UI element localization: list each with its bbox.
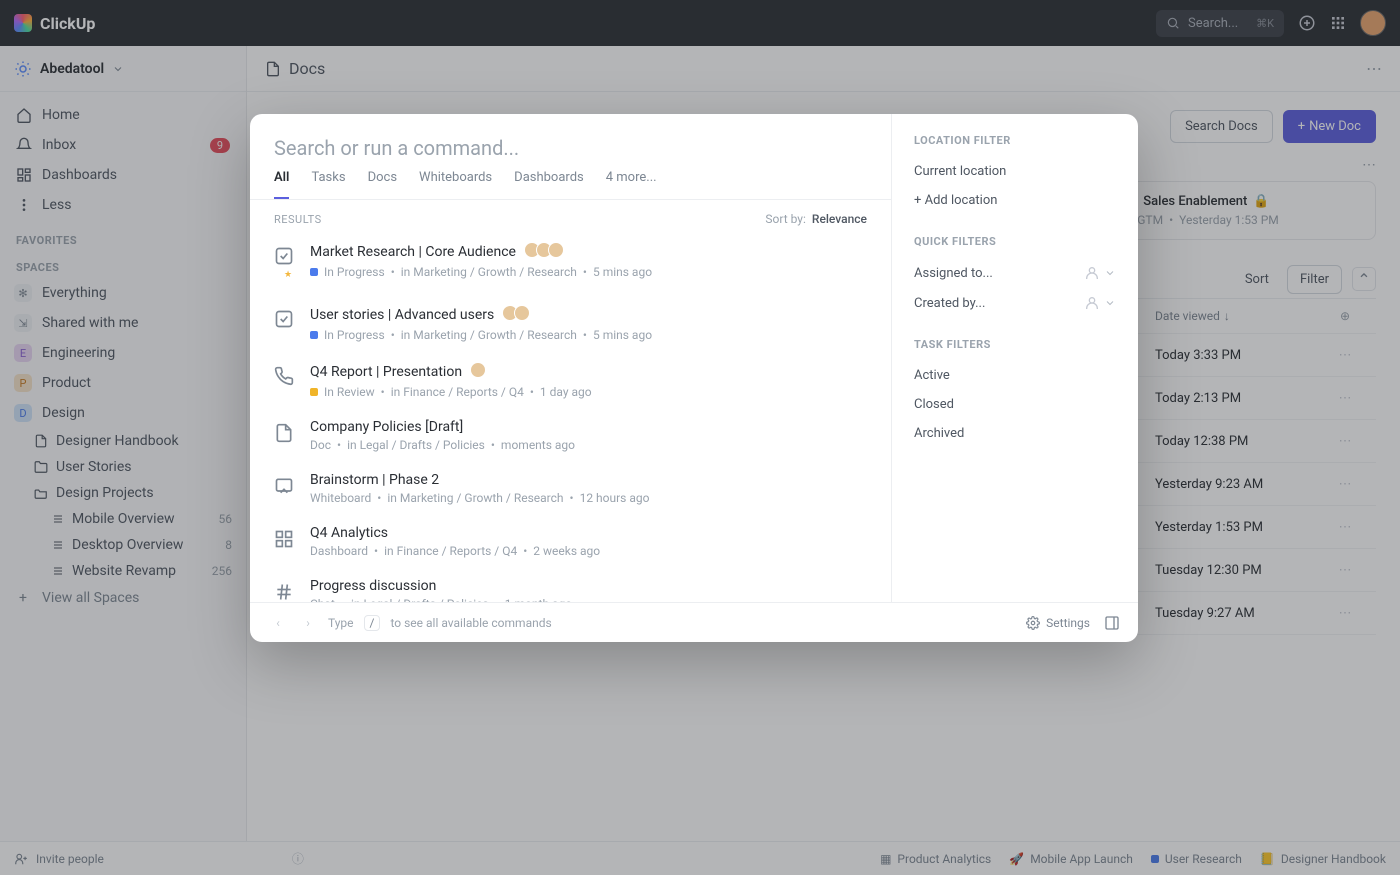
hash-icon bbox=[274, 578, 296, 602]
slash-key: / bbox=[364, 615, 381, 631]
filter-created[interactable]: Created by... bbox=[914, 288, 1116, 318]
result-item[interactable]: Q4 Report | Presentation In Review•in Fi… bbox=[250, 352, 891, 409]
cmd-tab-4-more-[interactable]: 4 more... bbox=[606, 170, 657, 199]
cmd-tab-docs[interactable]: Docs bbox=[368, 170, 397, 199]
task-filters-label: TASK FILTERS bbox=[914, 338, 1116, 351]
add-location[interactable]: + Add location bbox=[914, 186, 1116, 215]
result-item[interactable]: Company Policies [Draft] Doc•in Legal / … bbox=[250, 409, 891, 462]
command-palette: Search or run a command... All Tasks Docs W… bbox=[250, 114, 1138, 642]
chevron-down-icon bbox=[1104, 297, 1116, 309]
command-footer: ‹ › Type / to see all available commands… bbox=[250, 602, 1138, 642]
nav-forward-icon[interactable]: › bbox=[298, 613, 318, 633]
task-icon bbox=[274, 305, 296, 342]
quick-filters-label: QUICK FILTERS bbox=[914, 235, 1116, 248]
cmd-tab-all[interactable]: All bbox=[274, 170, 289, 199]
command-settings[interactable]: Settings bbox=[1026, 616, 1090, 630]
cmd-tab-tasks[interactable]: Tasks bbox=[311, 170, 345, 199]
nav-back-icon[interactable]: ‹ bbox=[268, 613, 288, 633]
whiteboard-icon bbox=[274, 472, 296, 505]
result-item[interactable]: Brainstorm | Phase 2 Whiteboard•in Marke… bbox=[250, 462, 891, 515]
task-filter-archived[interactable]: Archived bbox=[914, 419, 1116, 448]
task-star-icon: ★ bbox=[274, 242, 296, 285]
user-icon bbox=[1084, 295, 1100, 311]
task-filter-closed[interactable]: Closed bbox=[914, 390, 1116, 419]
location-filter-label: LOCATION FILTER bbox=[914, 134, 1116, 147]
current-location[interactable]: Current location bbox=[914, 157, 1116, 186]
dock-icon[interactable] bbox=[1104, 615, 1120, 631]
user-icon bbox=[1084, 265, 1100, 281]
chevron-down-icon bbox=[1104, 267, 1116, 279]
cmd-tab-dashboards[interactable]: Dashboards bbox=[514, 170, 584, 199]
doc-icon bbox=[274, 419, 296, 452]
result-item[interactable]: ★ Market Research | Core Audience In Pro… bbox=[250, 232, 891, 295]
filter-assigned[interactable]: Assigned to... bbox=[914, 258, 1116, 288]
command-input[interactable]: Search or run a command... bbox=[250, 114, 891, 170]
sort-value[interactable]: Relevance bbox=[812, 212, 867, 226]
gear-icon bbox=[1026, 616, 1040, 630]
cmd-tab-whiteboards[interactable]: Whiteboards bbox=[419, 170, 492, 199]
task-filter-active[interactable]: Active bbox=[914, 361, 1116, 390]
dashboard-icon bbox=[274, 525, 296, 558]
result-item[interactable]: Q4 Analytics Dashboard•in Finance / Repo… bbox=[250, 515, 891, 568]
results-label: RESULTS bbox=[274, 213, 322, 226]
result-item[interactable]: User stories | Advanced users In Progres… bbox=[250, 295, 891, 352]
result-item[interactable]: Progress discussion Chat•in Legal / Draf… bbox=[250, 568, 891, 602]
call-icon bbox=[274, 362, 296, 399]
